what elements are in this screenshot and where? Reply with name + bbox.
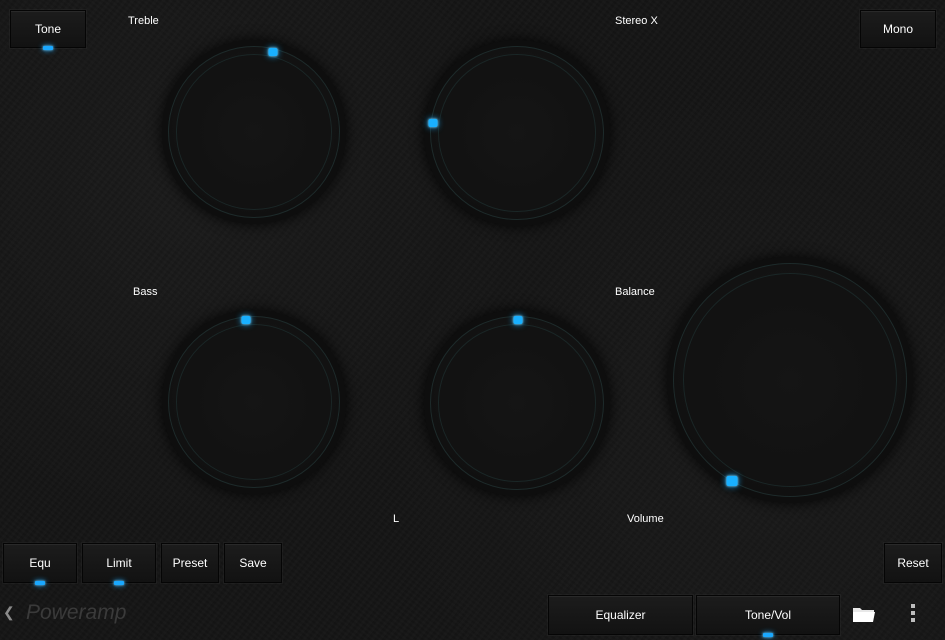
treble-knob[interactable] <box>168 46 340 218</box>
tab-equalizer-label: Equalizer <box>595 608 646 622</box>
equ-button-label: Equ <box>29 556 51 570</box>
limit-active-led <box>114 581 124 585</box>
equ-active-led <box>35 581 45 585</box>
tab-tone-vol-active-led <box>763 633 773 637</box>
treble-knob-indicator <box>268 48 278 56</box>
tab-tone-vol-label: Tone/Vol <box>744 608 792 622</box>
tab-tone-vol[interactable]: Tone/Vol <box>696 595 840 637</box>
treble-knob-face <box>176 54 332 210</box>
volume-knob-face <box>683 273 897 487</box>
stereo-x-knob-face <box>438 54 596 212</box>
bass-knob-indicator <box>241 316 251 324</box>
tone-active-led <box>43 46 53 50</box>
reset-button-label: Reset <box>897 556 929 570</box>
volume-label: Volume <box>627 513 664 525</box>
stereo-x-knob[interactable] <box>428 46 604 220</box>
more-vert-icon[interactable] <box>910 604 916 625</box>
save-button-label: Save <box>239 556 267 570</box>
balance-knob-indicator <box>513 316 523 324</box>
volume-knob[interactable] <box>673 263 907 497</box>
tone-button-label: Tone <box>34 22 62 36</box>
stereo-x-label: Stereo X <box>615 15 658 27</box>
tone-toggle-button[interactable]: Tone <box>10 10 86 50</box>
bass-knob-face <box>176 324 332 480</box>
bass-label: Bass <box>133 286 158 298</box>
balance-knob-face <box>438 324 596 482</box>
save-button[interactable]: Save <box>224 543 282 583</box>
reset-button[interactable]: Reset <box>884 543 942 583</box>
bass-knob[interactable] <box>168 316 340 488</box>
volume-knob-indicator <box>726 476 738 486</box>
stereo-x-knob-indicator <box>428 119 438 127</box>
mono-button-label: Mono <box>882 22 914 36</box>
equ-toggle-button[interactable]: Equ <box>3 543 77 585</box>
app-logo: Poweramp <box>26 601 127 624</box>
mono-toggle-button[interactable]: Mono <box>860 10 936 48</box>
chevron-left-icon[interactable]: ❮ <box>3 604 15 621</box>
preset-button[interactable]: Preset <box>161 543 219 583</box>
limit-toggle-button[interactable]: Limit <box>82 543 156 585</box>
balance-label: Balance <box>615 286 655 298</box>
treble-label: Treble <box>128 15 159 27</box>
balance-knob[interactable] <box>430 316 604 490</box>
preset-button-label: Preset <box>172 556 208 570</box>
balance-left-label: L <box>393 513 400 525</box>
tab-equalizer[interactable]: Equalizer <box>548 595 693 635</box>
folder-icon[interactable] <box>852 605 876 628</box>
limit-button-label: Limit <box>106 556 132 570</box>
